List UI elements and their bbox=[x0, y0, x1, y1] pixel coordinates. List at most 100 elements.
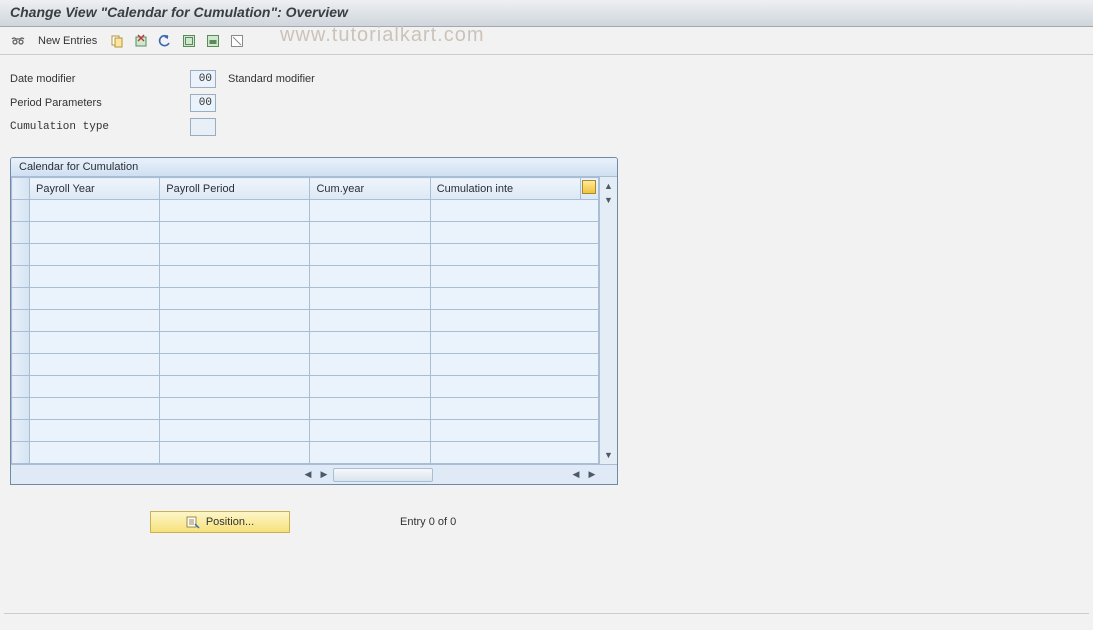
col-select-all[interactable] bbox=[12, 178, 30, 200]
cell-cumulation-inte[interactable] bbox=[430, 354, 598, 376]
horizontal-scrollbar-right[interactable]: ◀ ▶ bbox=[569, 468, 599, 482]
row-selector[interactable] bbox=[12, 288, 30, 310]
scroll-up-icon[interactable]: ▲ bbox=[602, 179, 616, 193]
cell-payroll-year[interactable] bbox=[30, 354, 160, 376]
select-all-button[interactable] bbox=[179, 31, 199, 51]
scroll-right-icon[interactable]: ▶ bbox=[317, 468, 331, 482]
table-row[interactable] bbox=[12, 310, 599, 332]
cell-cum-year[interactable] bbox=[310, 266, 430, 288]
table-row[interactable] bbox=[12, 442, 599, 464]
cell-cum-year[interactable] bbox=[310, 354, 430, 376]
table-row[interactable] bbox=[12, 376, 599, 398]
table-row[interactable] bbox=[12, 266, 599, 288]
cell-cumulation-inte[interactable] bbox=[430, 420, 598, 442]
table-row[interactable] bbox=[12, 222, 599, 244]
row-selector[interactable] bbox=[12, 354, 30, 376]
cell-payroll-year[interactable] bbox=[30, 420, 160, 442]
cell-payroll-year[interactable] bbox=[30, 398, 160, 420]
row-selector[interactable] bbox=[12, 420, 30, 442]
deselect-all-button[interactable] bbox=[227, 31, 247, 51]
cell-cumulation-inte[interactable] bbox=[430, 376, 598, 398]
row-selector[interactable] bbox=[12, 310, 30, 332]
cell-cumulation-inte[interactable] bbox=[430, 398, 598, 420]
new-entries-button[interactable]: New Entries bbox=[32, 31, 103, 51]
cell-cumulation-inte[interactable] bbox=[430, 442, 598, 464]
col-configure[interactable] bbox=[580, 178, 598, 200]
position-button[interactable]: Position... bbox=[150, 511, 290, 533]
col-payroll-period[interactable]: Payroll Period bbox=[160, 178, 310, 200]
cell-cumulation-inte[interactable] bbox=[430, 310, 598, 332]
horizontal-scrollbar[interactable]: ◀ ▶ bbox=[301, 468, 433, 482]
col-cumulation-inte[interactable]: Cumulation inte bbox=[430, 178, 580, 200]
cell-cumulation-inte[interactable] bbox=[430, 266, 598, 288]
cell-cum-year[interactable] bbox=[310, 222, 430, 244]
cell-payroll-period[interactable] bbox=[160, 376, 310, 398]
scroll-right2-icon[interactable]: ▶ bbox=[585, 468, 599, 482]
cell-payroll-period[interactable] bbox=[160, 310, 310, 332]
table-row[interactable] bbox=[12, 420, 599, 442]
row-selector[interactable] bbox=[12, 222, 30, 244]
cell-cumulation-inte[interactable] bbox=[430, 200, 598, 222]
cell-payroll-period[interactable] bbox=[160, 442, 310, 464]
cell-cum-year[interactable] bbox=[310, 310, 430, 332]
input-cumulation-type[interactable] bbox=[190, 118, 216, 136]
cell-payroll-period[interactable] bbox=[160, 420, 310, 442]
cell-payroll-year[interactable] bbox=[30, 222, 160, 244]
cell-payroll-period[interactable] bbox=[160, 244, 310, 266]
input-date-modifier[interactable] bbox=[190, 70, 216, 88]
table-row[interactable] bbox=[12, 354, 599, 376]
row-selector[interactable] bbox=[12, 200, 30, 222]
cell-payroll-year[interactable] bbox=[30, 244, 160, 266]
cell-cum-year[interactable] bbox=[310, 332, 430, 354]
scroll-left-icon[interactable]: ◀ bbox=[301, 468, 315, 482]
table-row[interactable] bbox=[12, 244, 599, 266]
cell-payroll-period[interactable] bbox=[160, 354, 310, 376]
row-selector[interactable] bbox=[12, 398, 30, 420]
row-selector[interactable] bbox=[12, 332, 30, 354]
cell-payroll-year[interactable] bbox=[30, 310, 160, 332]
cell-cum-year[interactable] bbox=[310, 420, 430, 442]
cell-cumulation-inte[interactable] bbox=[430, 244, 598, 266]
cell-payroll-period[interactable] bbox=[160, 266, 310, 288]
scroll-left2-icon[interactable]: ◀ bbox=[569, 468, 583, 482]
cell-payroll-year[interactable] bbox=[30, 376, 160, 398]
cell-payroll-period[interactable] bbox=[160, 200, 310, 222]
undo-button[interactable] bbox=[155, 31, 175, 51]
vertical-scrollbar[interactable]: ▲ ▼ ▼ bbox=[599, 177, 617, 464]
cell-cum-year[interactable] bbox=[310, 442, 430, 464]
cell-cumulation-inte[interactable] bbox=[430, 288, 598, 310]
col-cum-year[interactable]: Cum.year bbox=[310, 178, 430, 200]
table-row[interactable] bbox=[12, 288, 599, 310]
cell-cum-year[interactable] bbox=[310, 244, 430, 266]
cell-payroll-period[interactable] bbox=[160, 288, 310, 310]
row-selector[interactable] bbox=[12, 376, 30, 398]
scroll-thumb[interactable] bbox=[333, 468, 433, 482]
cell-cum-year[interactable] bbox=[310, 288, 430, 310]
col-payroll-year[interactable]: Payroll Year bbox=[30, 178, 160, 200]
row-selector[interactable] bbox=[12, 244, 30, 266]
table-row[interactable] bbox=[12, 398, 599, 420]
cell-cum-year[interactable] bbox=[310, 376, 430, 398]
cell-cumulation-inte[interactable] bbox=[430, 332, 598, 354]
table-row[interactable] bbox=[12, 200, 599, 222]
cell-payroll-year[interactable] bbox=[30, 332, 160, 354]
delete-button[interactable] bbox=[131, 31, 151, 51]
cell-cumulation-inte[interactable] bbox=[430, 222, 598, 244]
input-period-parameters[interactable] bbox=[190, 94, 216, 112]
cell-payroll-year[interactable] bbox=[30, 442, 160, 464]
scroll-down-bottom-icon[interactable]: ▼ bbox=[602, 448, 616, 462]
select-block-button[interactable] bbox=[203, 31, 223, 51]
row-selector[interactable] bbox=[12, 442, 30, 464]
table-row[interactable] bbox=[12, 332, 599, 354]
cell-payroll-period[interactable] bbox=[160, 332, 310, 354]
cell-cum-year[interactable] bbox=[310, 398, 430, 420]
cell-payroll-period[interactable] bbox=[160, 398, 310, 420]
data-grid[interactable]: Payroll Year Payroll Period Cum.year Cum… bbox=[11, 177, 599, 464]
cell-payroll-period[interactable] bbox=[160, 222, 310, 244]
other-view-button[interactable] bbox=[8, 31, 28, 51]
copy-as-button[interactable] bbox=[107, 31, 127, 51]
scroll-down-icon[interactable]: ▼ bbox=[602, 193, 616, 207]
cell-payroll-year[interactable] bbox=[30, 266, 160, 288]
cell-payroll-year[interactable] bbox=[30, 288, 160, 310]
row-selector[interactable] bbox=[12, 266, 30, 288]
